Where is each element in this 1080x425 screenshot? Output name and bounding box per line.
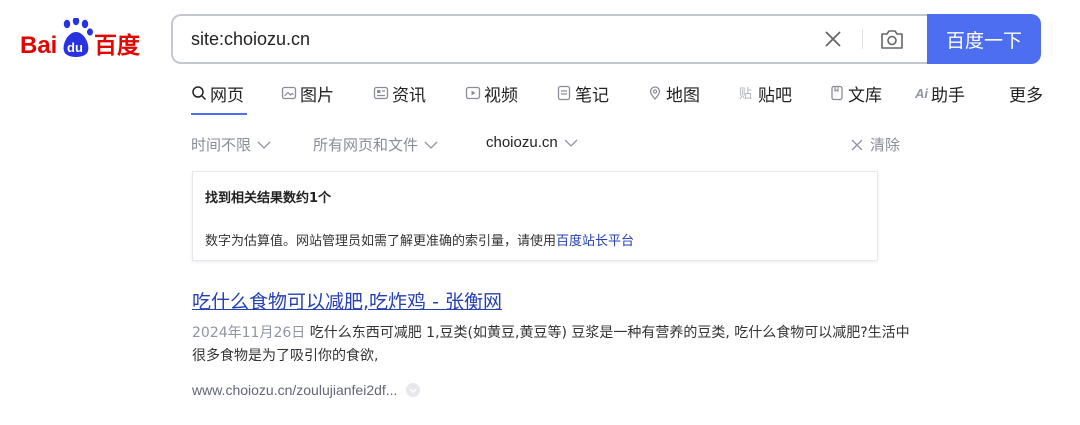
logo-text-bai: Bai [20, 32, 57, 59]
tab-label: 资讯 [392, 85, 426, 106]
tab-label: 视频 [484, 85, 518, 106]
chevron-down-icon [424, 141, 438, 149]
search-box [171, 14, 927, 64]
tab-notes[interactable]: 笔记 [556, 82, 609, 106]
chevron-down-icon [257, 141, 271, 149]
filter-bar: 时间不限 所有网页和文件 choiozu.cn 清除 [0, 134, 1080, 156]
tab-more[interactable]: 更多 [1009, 82, 1043, 106]
close-icon [851, 139, 863, 150]
filter-type[interactable]: 所有网页和文件 [313, 134, 438, 155]
result-abstract: 2024年11月26日 吃什么东西可减肥 1,豆类(如黄豆,黄豆等) 豆浆是一种… [192, 322, 912, 368]
paw-text: du [67, 40, 83, 55]
baidu-logo[interactable]: Bai du 百度 [20, 18, 150, 62]
ai-icon: Ai [915, 85, 928, 101]
tab-label: 图片 [300, 85, 334, 106]
result-date: 2024年11月26日 [192, 325, 306, 341]
chevron-down-icon [564, 139, 578, 147]
svg-text:贴: 贴 [739, 87, 752, 101]
tab-news[interactable]: 资讯 [373, 82, 426, 106]
search-divider [862, 29, 863, 49]
tab-label: 笔记 [575, 85, 609, 106]
paw-icon: du [63, 18, 93, 57]
webmaster-platform-link[interactable]: 百度站长平台 [556, 234, 634, 249]
tab-label: 网页 [210, 85, 244, 106]
search-icon [192, 86, 207, 101]
tab-wenku[interactable]: 文库 [829, 82, 882, 106]
tab-web[interactable]: 网页 [191, 82, 244, 106]
tab-label: 贴吧 [758, 85, 792, 106]
search-result: 吃什么食物可以减肥,吃炸鸡 - 张衡网 2024年11月26日 吃什么东西可减肥… [192, 290, 932, 398]
clear-query-icon[interactable] [823, 29, 843, 49]
result-count-box: 找到相关结果数约1个 数字为估算值。网站管理员如需了解更准确的索引量，请使用百度… [192, 171, 878, 261]
logo-text-baidu: 百度 [94, 32, 141, 59]
result-count: 找到相关结果数约1个 [205, 191, 332, 206]
doc-icon [831, 85, 843, 101]
result-url-text: www.choiozu.cn/zoulujianfei2df... [192, 382, 398, 398]
tab-map[interactable]: 地图 [647, 82, 700, 106]
tab-label: 助手 [931, 85, 965, 106]
tab-label: 地图 [666, 85, 700, 106]
tab-label: 文库 [848, 85, 882, 106]
search-input[interactable] [191, 16, 791, 62]
image-icon [281, 86, 297, 100]
filter-site-label: choiozu.cn [486, 134, 558, 151]
map-pin-icon [649, 86, 661, 100]
camera-icon[interactable] [879, 27, 905, 51]
search-button[interactable]: 百度一下 [927, 14, 1041, 64]
filter-time-label: 时间不限 [191, 136, 252, 154]
clear-filter-button[interactable]: 清除 [850, 134, 900, 155]
tieba-icon: 贴 [739, 87, 752, 101]
more-options-icon[interactable] [405, 382, 421, 398]
filter-type-label: 所有网页和文件 [313, 136, 419, 154]
tab-assistant[interactable]: Ai 助手 [915, 82, 965, 106]
tab-video[interactable]: 视频 [465, 82, 518, 106]
result-count-note: 数字为估算值。网站管理员如需了解更准确的索引量，请使用百度站长平台 [205, 230, 634, 249]
news-icon [373, 86, 389, 100]
result-title-link[interactable]: 吃什么食物可以减肥,吃炸鸡 - 张衡网 [192, 290, 932, 314]
tab-images[interactable]: 图片 [281, 82, 334, 106]
tab-tieba[interactable]: 贴 贴吧 [739, 82, 792, 106]
tab-label: 更多 [1009, 85, 1043, 106]
result-url[interactable]: www.choiozu.cn/zoulujianfei2df... [192, 382, 421, 398]
note-icon [557, 85, 571, 101]
note-text: 数字为估算值。网站管理员如需了解更准确的索引量，请使用 [205, 234, 557, 249]
filter-time[interactable]: 时间不限 [191, 134, 271, 155]
filter-site[interactable]: choiozu.cn [486, 134, 578, 151]
active-tab-indicator [191, 113, 247, 115]
video-icon [465, 86, 481, 100]
clear-filter-label: 清除 [870, 136, 901, 154]
